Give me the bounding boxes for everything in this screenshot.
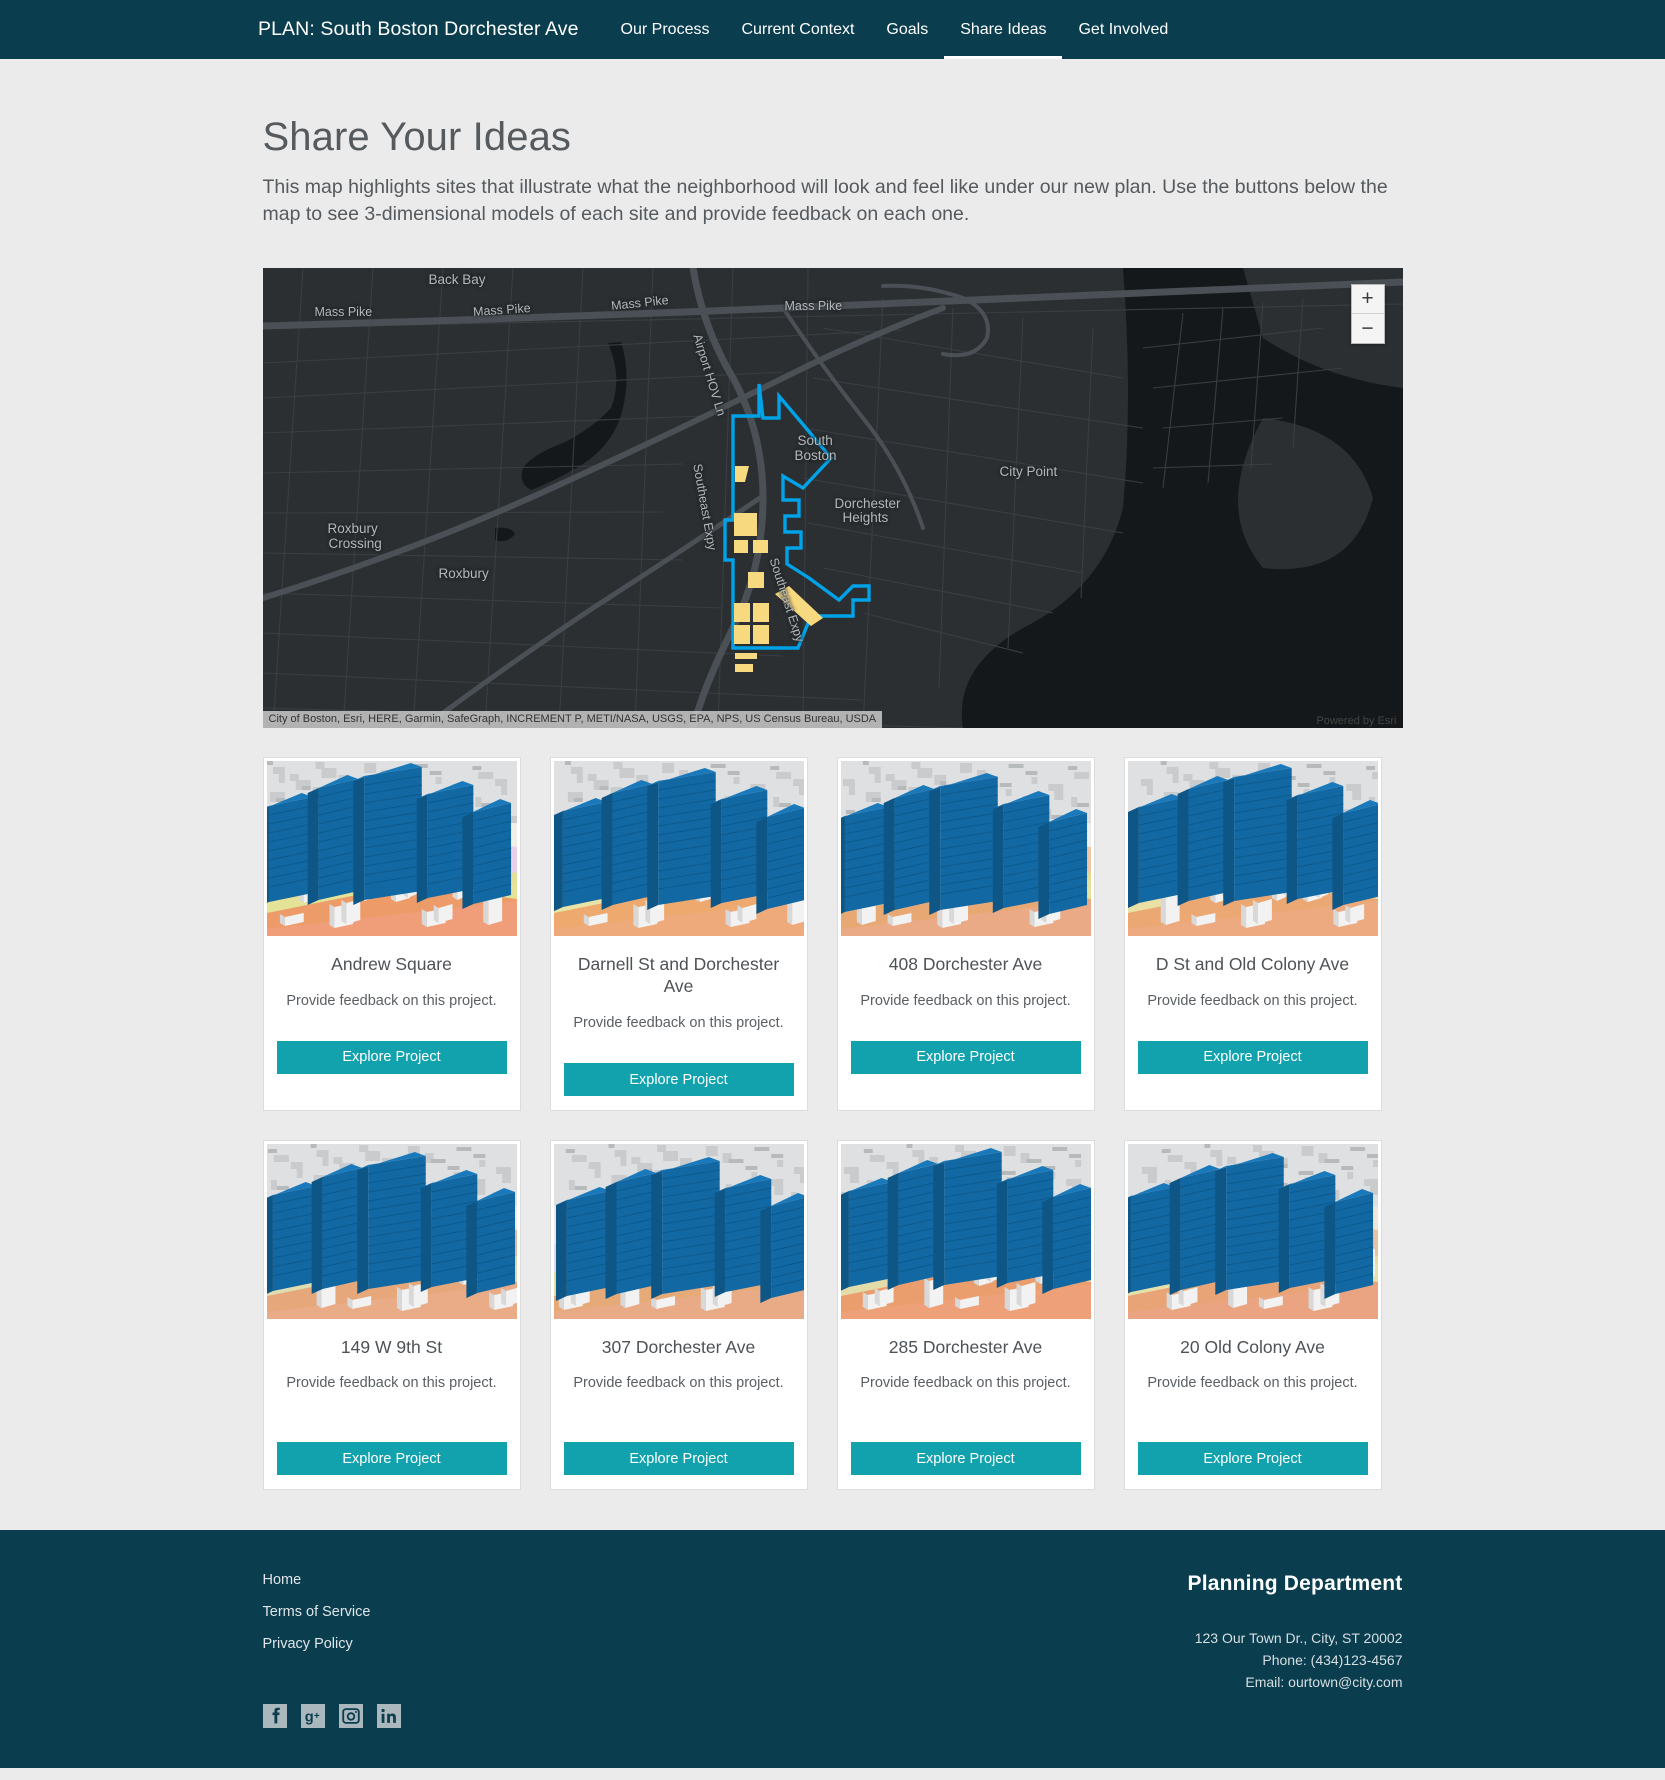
- project-thumbnail: [1127, 1144, 1378, 1320]
- facebook-icon[interactable]: [262, 1704, 287, 1729]
- project-card[interactable]: 408 Dorchester Ave Provide feedback on th…: [836, 756, 1095, 1112]
- svg-text:g: g: [304, 1710, 313, 1726]
- explore-project-button[interactable]: Explore Project: [850, 1442, 1081, 1476]
- google-plus-icon[interactable]: g +: [300, 1704, 325, 1729]
- project-title: Andrew Square: [331, 953, 452, 974]
- project-title: 307 Dorchester Ave: [601, 1337, 756, 1358]
- project-card[interactable]: 285 Dorchester Ave Provide feedback on th…: [836, 1140, 1095, 1491]
- top-navbar: PLAN: South Boston Dorchester Ave Our Pr…: [0, 0, 1665, 59]
- project-title: Darnell St and Dorchester Ave: [577, 953, 780, 997]
- map-zoom-controls[interactable]: + −: [1350, 283, 1385, 344]
- render-149-w-9th: [266, 1144, 517, 1320]
- project-card[interactable]: D St and Old Colony Ave Provide feedback …: [1123, 756, 1382, 1112]
- svg-text:+: +: [313, 1711, 319, 1722]
- department-phone: Phone: (434)123-4567: [1262, 1652, 1403, 1669]
- project-card-body: 285 Dorchester Ave Provide feedback on th…: [838, 1319, 1094, 1476]
- nav-item-current-context[interactable]: Current Context: [725, 0, 870, 59]
- explore-project-button[interactable]: Explore Project: [1137, 1040, 1368, 1074]
- project-card-body: D St and Old Colony Ave Provide feedback …: [1125, 936, 1381, 1096]
- site-brand[interactable]: PLAN: South Boston Dorchester Ave: [258, 0, 579, 59]
- explore-project-button[interactable]: Explore Project: [563, 1063, 794, 1097]
- explore-project-button[interactable]: Explore Project: [1137, 1442, 1368, 1476]
- project-subtitle: Provide feedback on this project.: [860, 1375, 1071, 1392]
- explore-project-button[interactable]: Explore Project: [276, 1442, 507, 1476]
- render-408-dorchester: [840, 760, 1091, 936]
- render-285-dorchester: [840, 1144, 1091, 1320]
- project-cards-row-1: Andrew Square Provide feedback on this pr…: [262, 756, 1403, 1112]
- footer-right: Planning Department 123 Our Town Dr., Ci…: [1188, 1572, 1403, 1728]
- project-subtitle: Provide feedback on this project.: [286, 1375, 497, 1392]
- project-cards-row-2: 149 W 9th St Provide feedback on this pro…: [262, 1140, 1403, 1491]
- project-card-body: 408 Dorchester Ave Provide feedback on th…: [838, 936, 1094, 1096]
- render-andrew-square: [266, 760, 517, 936]
- project-thumbnail: [266, 760, 517, 936]
- map-powered-by: Powered by Esri: [1316, 714, 1397, 727]
- map-attribution: City of Boston, Esri, HERE, Garmin, Safe…: [262, 710, 883, 728]
- footer-link-home[interactable]: Home: [263, 1572, 401, 1588]
- project-thumbnail: [840, 1144, 1091, 1320]
- linkedin-icon[interactable]: [376, 1704, 401, 1729]
- project-title: 285 Dorchester Ave: [888, 1337, 1043, 1358]
- project-thumbnail: [553, 1144, 804, 1320]
- project-card[interactable]: Darnell St and Dorchester Ave Provide fee…: [549, 756, 808, 1112]
- project-thumbnail: [840, 760, 1091, 936]
- nav-item-get-involved[interactable]: Get Involved: [1062, 0, 1184, 59]
- project-subtitle: Provide feedback on this project.: [1147, 1375, 1358, 1392]
- project-subtitle: Provide feedback on this project.: [860, 993, 1071, 1010]
- explore-project-button[interactable]: Explore Project: [276, 1040, 507, 1074]
- site-footer: Home Terms of Service Privacy Policy g + Pl…: [0, 1530, 1665, 1769]
- project-card[interactable]: 20 Old Colony Ave Provide feedback on thi…: [1123, 1140, 1382, 1491]
- project-card[interactable]: Andrew Square Provide feedback on this pr…: [262, 756, 521, 1112]
- render-20-old-colony: [1127, 1144, 1378, 1320]
- social-links: g +: [262, 1704, 401, 1729]
- project-subtitle: Provide feedback on this project.: [1147, 993, 1358, 1010]
- project-title: 20 Old Colony Ave: [1180, 1337, 1325, 1358]
- instagram-icon[interactable]: [338, 1704, 363, 1729]
- department-name: Planning Department: [1187, 1572, 1403, 1596]
- render-d-st-old-colony: [1127, 760, 1378, 936]
- project-title: D St and Old Colony Ave: [1155, 953, 1350, 974]
- project-card[interactable]: 149 W 9th St Provide feedback on this pro…: [262, 1140, 521, 1491]
- project-thumbnail: [266, 1144, 517, 1320]
- project-subtitle: Provide feedback on this project.: [286, 993, 497, 1010]
- project-card-body: 307 Dorchester Ave Provide feedback on th…: [551, 1319, 807, 1476]
- map-basemap: [262, 267, 1403, 728]
- department-email: Email: ourtown@city.com: [1245, 1674, 1403, 1691]
- project-card-body: Darnell St and Dorchester Ave Provide fee…: [551, 936, 807, 1097]
- footer-link-terms-of-service[interactable]: Terms of Service: [263, 1604, 401, 1620]
- nav-item-our-process[interactable]: Our Process: [605, 0, 726, 59]
- page-title: Share Your Ideas: [262, 115, 572, 159]
- footer-link-list: Home Terms of Service Privacy Policy: [263, 1572, 401, 1652]
- department-address: 123 Our Town Dr., City, ST 20002: [1194, 1630, 1403, 1647]
- zoom-in-button[interactable]: +: [1351, 285, 1384, 314]
- project-title: 408 Dorchester Ave: [888, 953, 1043, 974]
- project-card[interactable]: 307 Dorchester Ave Provide feedback on th…: [549, 1140, 808, 1491]
- footer-left: Home Terms of Service Privacy Policy g +: [262, 1572, 401, 1729]
- render-307-dorchester: [553, 1144, 804, 1320]
- explore-project-button[interactable]: Explore Project: [850, 1040, 1081, 1074]
- project-thumbnail: [553, 760, 804, 936]
- nav-item-share-ideas[interactable]: Share Ideas: [944, 0, 1063, 59]
- project-thumbnail: [1127, 760, 1378, 936]
- footer-link-privacy-policy[interactable]: Privacy Policy: [263, 1636, 401, 1652]
- project-card-body: 149 W 9th St Provide feedback on this pro…: [264, 1319, 520, 1476]
- project-title: 149 W 9th St: [340, 1337, 443, 1358]
- render-darnell-st: [553, 760, 804, 936]
- map-widget[interactable]: Back Bay Mass Pike Mass Pike Mass Pike Mass …: [262, 267, 1403, 728]
- project-card-body: 20 Old Colony Ave Provide feedback on thi…: [1125, 1319, 1381, 1476]
- nav-item-goals[interactable]: Goals: [870, 0, 944, 59]
- project-subtitle: Provide feedback on this project.: [573, 1015, 784, 1032]
- nav-items: Our Process Current Context Goals Share Ide…: [605, 0, 1185, 59]
- project-card-body: Andrew Square Provide feedback on this pr…: [264, 936, 520, 1096]
- explore-project-button[interactable]: Explore Project: [563, 1442, 794, 1476]
- zoom-out-button[interactable]: −: [1352, 314, 1384, 343]
- page-description: This map highlights sites that illustrat…: [262, 176, 1388, 225]
- project-subtitle: Provide feedback on this project.: [573, 1375, 784, 1392]
- page-content: Share Your Ideas This map highlights sit…: [0, 59, 1665, 1531]
